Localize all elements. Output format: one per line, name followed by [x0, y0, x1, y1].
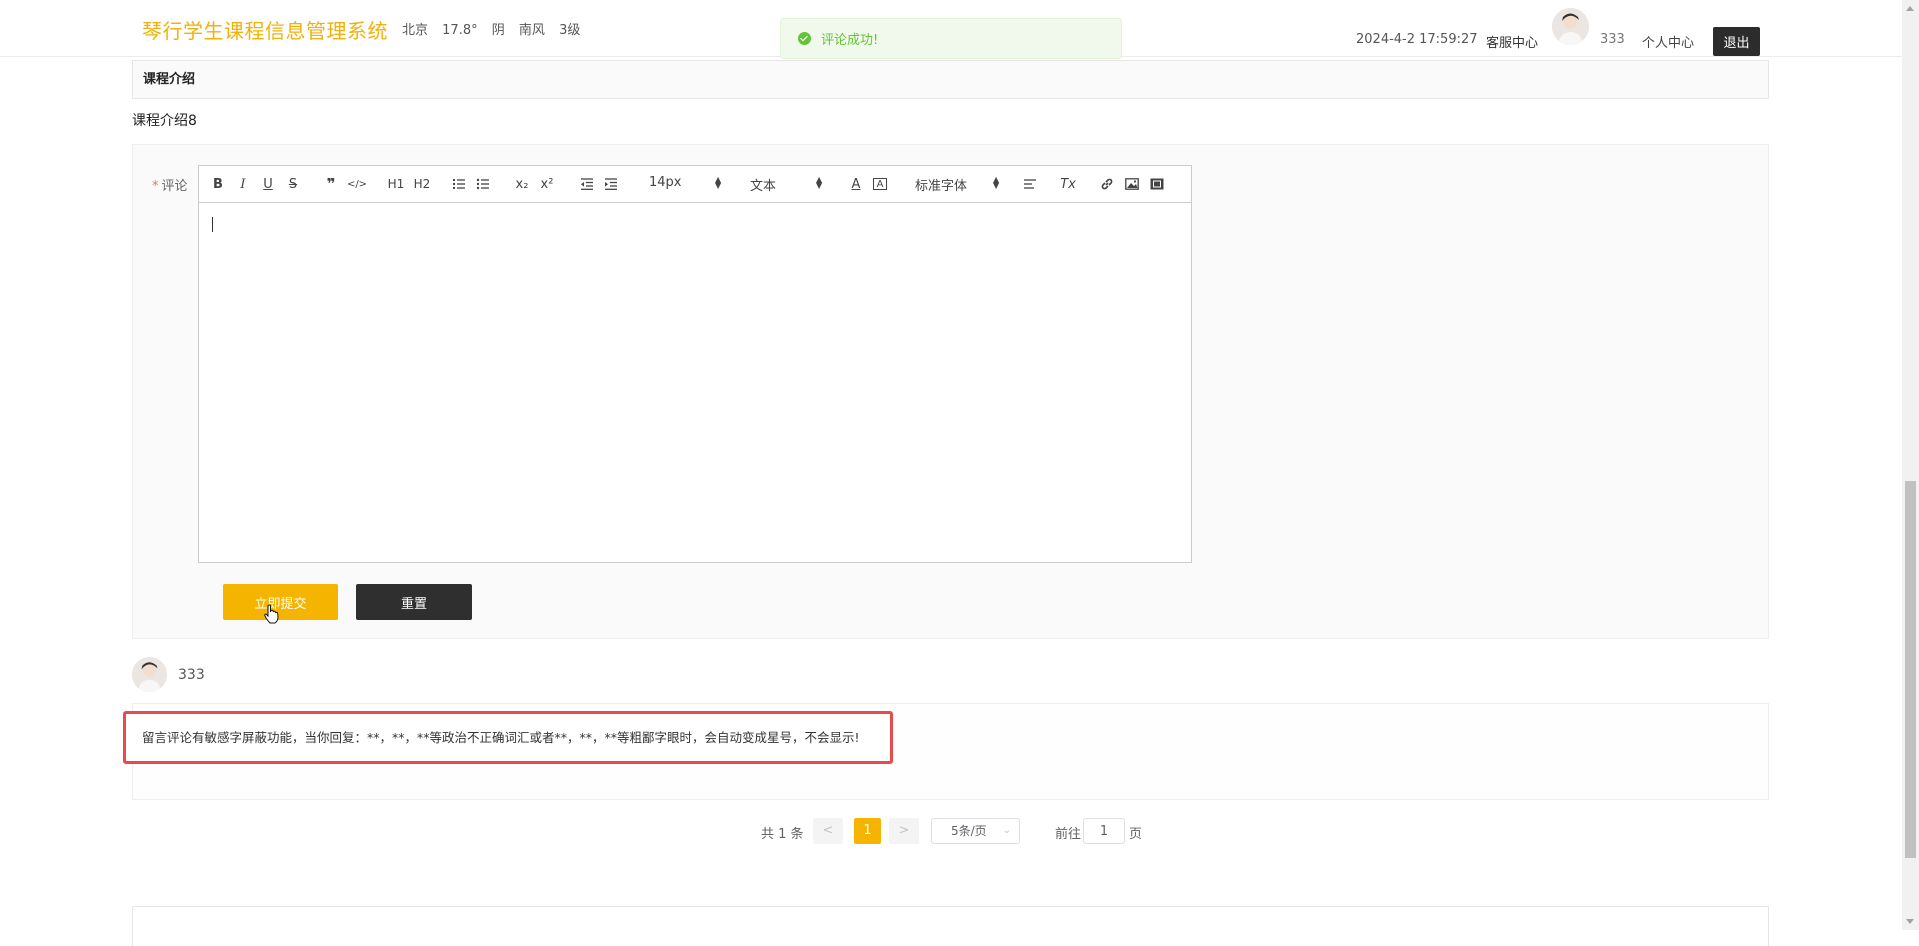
scroll-down-icon[interactable] [1906, 919, 1914, 924]
picker-arrows-icon: ▲ ▼ [715, 175, 722, 190]
next-section-box [132, 906, 1769, 946]
logout-button[interactable]: 退出 [1713, 27, 1760, 56]
font-size-picker[interactable]: 14px ▲ ▼ [649, 175, 729, 193]
avatar-image [1552, 8, 1589, 45]
success-toast: 评论成功! [780, 18, 1122, 59]
site-title[interactable]: 琴行学生课程信息管理系统 [142, 15, 388, 44]
weather-widget: 北京 17.8° 阴 南风 3级 [402, 19, 586, 38]
code-block-button[interactable]: </> [347, 175, 367, 193]
scroll-thumb[interactable] [1905, 481, 1916, 858]
goto-label: 前往 [1055, 827, 1082, 842]
bold-button[interactable]: B [211, 175, 225, 193]
indent-icon[interactable] [604, 175, 618, 193]
course-intro-text: 课程介绍8 [132, 113, 197, 129]
h2-button[interactable]: H2 [413, 175, 431, 193]
page-suffix: 页 [1129, 827, 1143, 842]
sensitive-word-notice: 留言评论有敏感字屏蔽功能，当你回复：**，**，**等政治不正确词汇或者**，*… [123, 711, 893, 764]
hand-cursor-icon [264, 604, 279, 624]
header-username: 333 [1600, 32, 1625, 47]
submit-button[interactable]: 立即提交 [223, 584, 338, 620]
chevron-down-icon: ⌄ [1002, 825, 1011, 836]
font-size-value: 14px [649, 175, 682, 190]
scroll-up-icon[interactable] [1906, 6, 1914, 11]
editor-content-area[interactable] [199, 203, 1191, 562]
picker-arrows-icon: ▲ ▼ [816, 175, 823, 190]
next-page-button[interactable]: > [889, 818, 919, 844]
strike-button[interactable]: S [286, 175, 300, 193]
ordered-list-icon[interactable] [452, 175, 466, 193]
comment-username: 333 [178, 667, 205, 683]
editor-toolbar: B I U S ❞ </> H1 H2 x₂ x² 14px ▲ ▼ 文本 ▲ ▼ … [199, 166, 1191, 203]
clean-format-button[interactable]: Tx [1060, 175, 1076, 193]
weather-temp: 17.8° [442, 23, 478, 38]
comment-label-text: 评论 [161, 179, 188, 194]
outdent-icon[interactable] [580, 175, 594, 193]
service-center-link[interactable]: 客服中心 [1486, 32, 1538, 51]
weather-city: 北京 [402, 23, 429, 38]
background-color-button[interactable]: A [873, 178, 887, 190]
superscript-button[interactable]: x² [539, 175, 555, 193]
user-avatar[interactable] [1552, 8, 1589, 45]
required-mark: * [152, 179, 159, 194]
align-icon[interactable] [1023, 175, 1037, 193]
italic-button[interactable]: I [236, 175, 250, 193]
picker-arrows-icon: ▲ ▼ [993, 175, 1000, 190]
rich-text-editor: B I U S ❞ </> H1 H2 x₂ x² 14px ▲ ▼ 文本 ▲ ▼ … [198, 165, 1192, 563]
header-picker[interactable]: 文本 ▲ ▼ [750, 175, 830, 195]
text-color-button[interactable]: A [849, 175, 863, 193]
comment-avatar [132, 657, 167, 692]
page-number-1[interactable]: 1 [854, 818, 881, 844]
subscript-button[interactable]: x₂ [514, 175, 530, 193]
goto-page-input[interactable] [1083, 818, 1125, 844]
blockquote-button[interactable]: ❞ [324, 175, 338, 193]
page-size-value: 5条/页 [951, 824, 987, 838]
prev-page-button[interactable]: < [813, 818, 843, 844]
weather-level: 3级 [559, 23, 581, 38]
comment-label: * 评论 [152, 175, 188, 194]
text-caret [212, 217, 213, 232]
page-scrollbar[interactable] [1902, 0, 1919, 930]
image-icon[interactable] [1125, 175, 1139, 193]
weather-condition: 阴 [491, 23, 505, 38]
bullet-list-icon[interactable] [476, 175, 490, 193]
font-family-value: 标准字体 [915, 179, 968, 194]
reset-button[interactable]: 重置 [356, 584, 472, 620]
font-family-picker[interactable]: 标准字体 ▲ ▼ [915, 175, 1005, 195]
header-picker-value: 文本 [750, 179, 777, 194]
check-circle-icon [798, 32, 811, 45]
page-size-select[interactable]: 5条/页 ⌄ [931, 818, 1020, 844]
underline-button[interactable]: U [261, 175, 275, 193]
course-intro-header: 课程介绍 [132, 60, 1769, 99]
h1-button[interactable]: H1 [387, 175, 405, 193]
link-icon[interactable] [1100, 175, 1114, 193]
header-datetime: 2024-4-2 17:59:27 [1356, 32, 1478, 47]
video-icon[interactable] [1150, 175, 1164, 193]
avatar-image [132, 657, 167, 692]
personal-center-link[interactable]: 个人中心 [1642, 32, 1694, 51]
pagination-total: 共 1 条 [761, 827, 804, 842]
weather-wind: 南风 [518, 23, 545, 38]
toast-message: 评论成功! [821, 33, 879, 48]
